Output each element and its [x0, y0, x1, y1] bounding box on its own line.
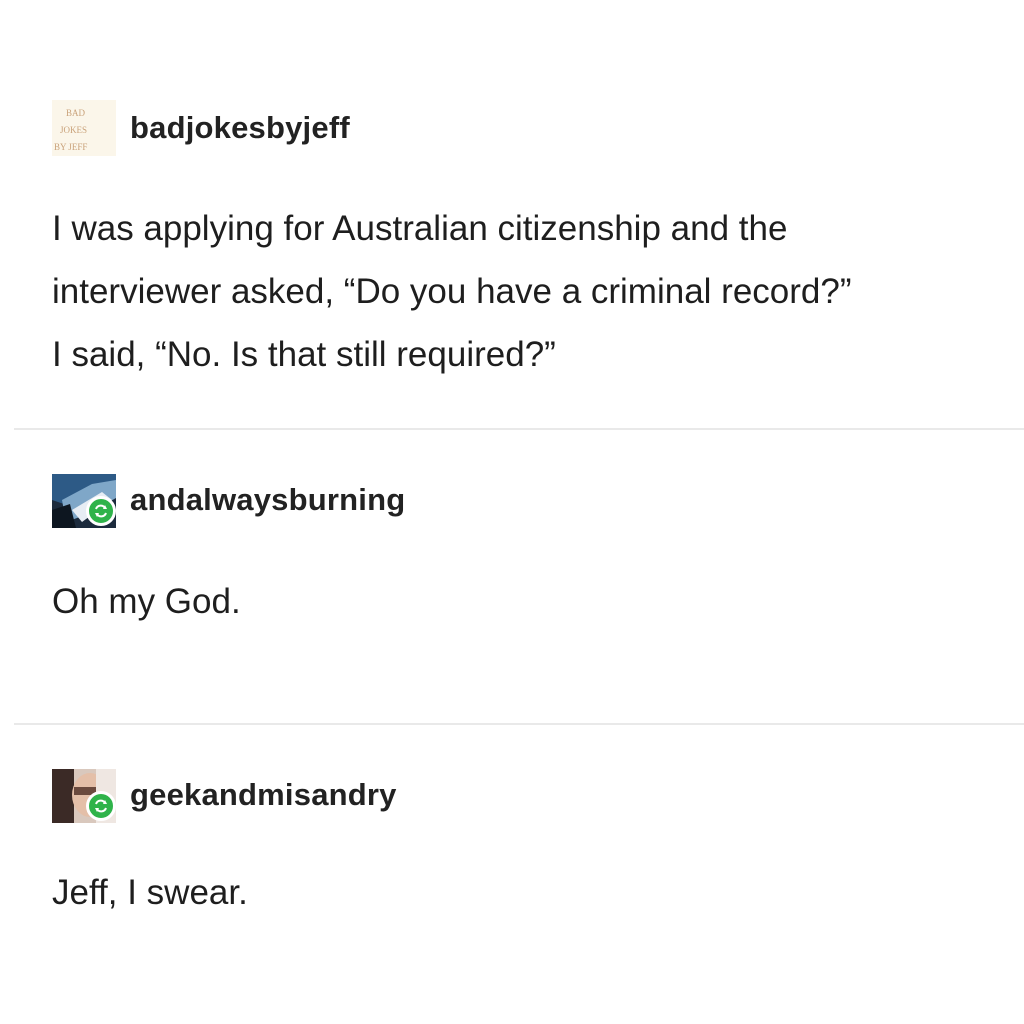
book-cover-avatar-icon[interactable]: BAD JOKES BY JEFF: [52, 100, 116, 156]
reblog-icon: [86, 496, 116, 526]
post-andalwaysburning: andalwaysburning Oh my God.: [0, 470, 1024, 621]
post-text-line: I was applying for Australian citizenshi…: [52, 209, 788, 248]
post-divider: [14, 723, 1024, 725]
post-text-line: Oh my God.: [52, 582, 241, 621]
avatar-text-3: BY JEFF: [54, 142, 87, 152]
post-text: I was applying for Australian citizenshi…: [52, 197, 1012, 386]
username-link[interactable]: badjokesbyjeff: [130, 110, 350, 146]
post-text-line: interviewer asked, “Do you have a crimin…: [52, 272, 852, 311]
person-photo-avatar-icon[interactable]: [52, 765, 116, 825]
post-header: geekandmisandry: [0, 765, 1024, 825]
avatar-text-1: BAD: [66, 108, 86, 118]
post-text: Oh my God.: [52, 570, 1012, 633]
reblog-icon: [86, 791, 116, 821]
username-link[interactable]: geekandmisandry: [130, 777, 397, 813]
avatar-text-2: JOKES: [60, 125, 87, 135]
post-header: BAD JOKES BY JEFF badjokesbyjeff: [0, 100, 1024, 160]
post-divider: [14, 428, 1024, 430]
post-geekandmisandry: geekandmisandry Jeff, I swear.: [0, 765, 1024, 912]
username-link[interactable]: andalwaysburning: [130, 482, 405, 518]
post-text: Jeff, I swear.: [52, 861, 1012, 924]
post-text-line: I said, “No. Is that still required?”: [52, 335, 556, 374]
post-badjokesbyjeff: BAD JOKES BY JEFF badjokesbyjeff I was a…: [0, 100, 1024, 374]
post-text-line: Jeff, I swear.: [52, 873, 248, 912]
post-header: andalwaysburning: [0, 470, 1024, 530]
anime-character-avatar-icon[interactable]: [52, 470, 116, 530]
